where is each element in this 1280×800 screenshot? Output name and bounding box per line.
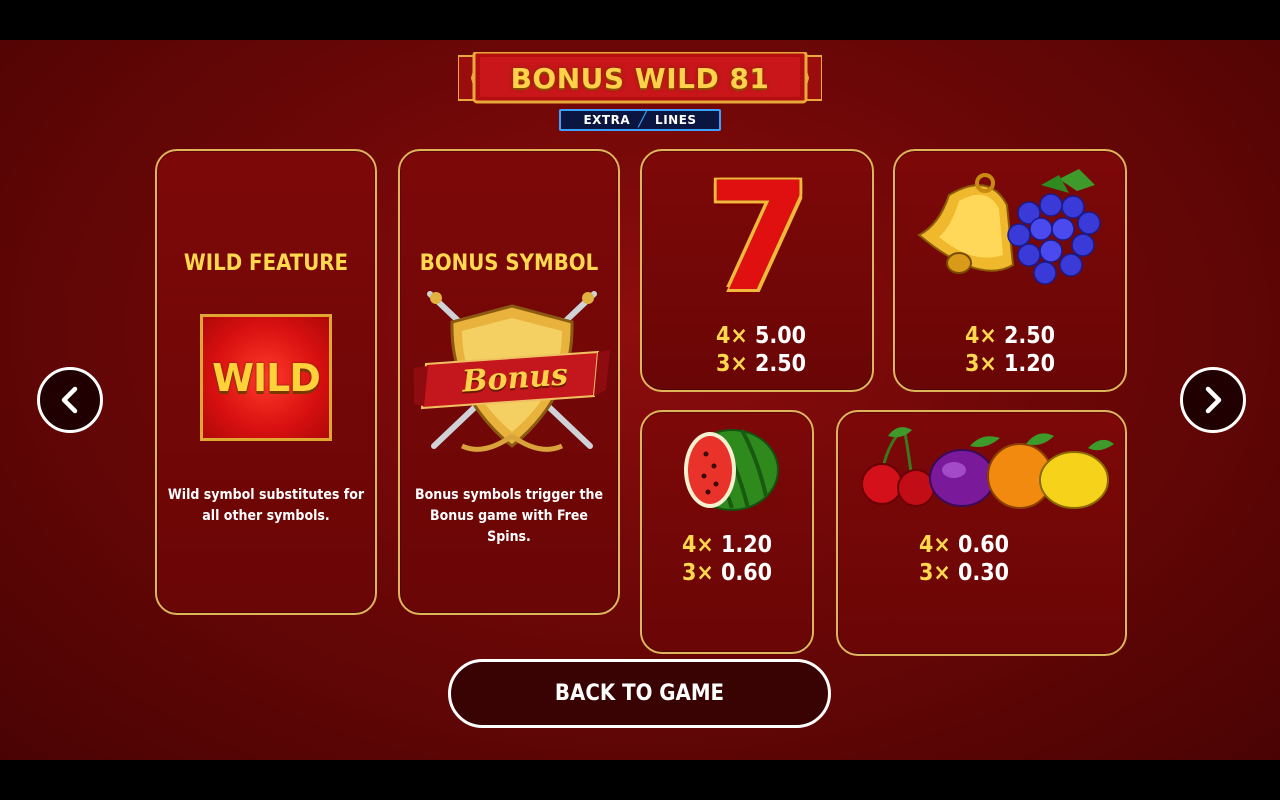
grapes-icon [1007,169,1101,285]
fruits-payouts: 4× 0.60 3× 0.30 [919,531,1009,587]
fruits-pay4-multiplier: 4× [919,532,951,558]
watermelon-pay3-value: 0.60 [713,560,773,586]
wild-feature-card: WILD FEATURE WILD Wild symbol substitute… [155,149,377,615]
paytable-screen: BONUS WILD 81 EXTRA ╱ LINES WILD FEATURE… [0,40,1280,760]
seven-payouts: 4× 5.00 3× 2.50 [716,322,806,378]
wild-symbol-text: WILD [212,355,321,400]
fruits-pay3-value: 0.30 [950,560,1010,586]
lemon-icon [1039,439,1114,509]
seven-pay4-value: 5.00 [747,323,807,349]
seven-symbol: 7 [706,151,812,325]
bell-grapes-pay4-value: 2.50 [996,323,1056,349]
cherries-icon [861,426,935,507]
seven-paytable-card: 7 4× 5.00 3× 2.50 [640,149,874,392]
watermelon-paytable-card: 4× 1.20 3× 0.60 [640,410,814,654]
bell-grapes-pay3-multiplier: 3× [965,351,997,377]
bell-icon [917,173,1015,274]
bell-grapes-pay4-multiplier: 4× [965,323,997,349]
seven-pay3-value: 2.50 [747,351,807,377]
chevron-left-icon [61,386,78,414]
wild-feature-title: WILD FEATURE [183,251,349,276]
game-title: BONUS WILD 81 [510,61,770,95]
seven-pay4-multiplier: 4× [716,323,748,349]
prev-page-button[interactable] [37,367,103,433]
watermelon-payouts: 4× 1.20 3× 0.60 [682,531,772,587]
chevron-right-icon [1205,386,1222,414]
watermelon-pay3-multiplier: 3× [682,560,714,586]
extra-lines-badge: EXTRA ╱ LINES [559,109,721,131]
next-page-button[interactable] [1180,367,1246,433]
bell-grapes-paytable-card: 4× 2.50 3× 1.20 [893,149,1127,392]
game-logo: BONUS WILD 81 [457,50,823,104]
bonus-symbol-description: Bonus symbols trigger the Bonus game wit… [414,487,604,545]
watermelon-icon [684,429,779,511]
bell-grapes-icon [917,169,1101,285]
back-to-game-button[interactable]: BACK TO GAME [448,659,831,728]
fruits-pay3-multiplier: 3× [919,560,951,586]
bell-grapes-payouts: 4× 2.50 3× 1.20 [965,322,1055,378]
wild-symbol: WILD [200,314,332,441]
fruits-pay4-value: 0.60 [950,532,1010,558]
wild-feature-description: Wild symbol substitutes for all other sy… [167,487,365,524]
bonus-symbol-card: BONUS SYMBOL Bonus Bonus symbols trigger… [398,149,620,615]
fruits-paytable-card: 4× 0.60 3× 0.30 [836,410,1127,656]
fruits-icon [861,426,1114,509]
badge-separator: ╱ [638,112,648,128]
extra-label: EXTRA [583,113,631,127]
bell-grapes-pay3-value: 1.20 [996,351,1056,377]
watermelon-pay4-multiplier: 4× [682,532,714,558]
watermelon-pay4-value: 1.20 [713,532,773,558]
lines-label: LINES [655,113,697,127]
bonus-symbol-title: BONUS SYMBOL [419,251,599,276]
seven-pay3-multiplier: 3× [716,351,748,377]
